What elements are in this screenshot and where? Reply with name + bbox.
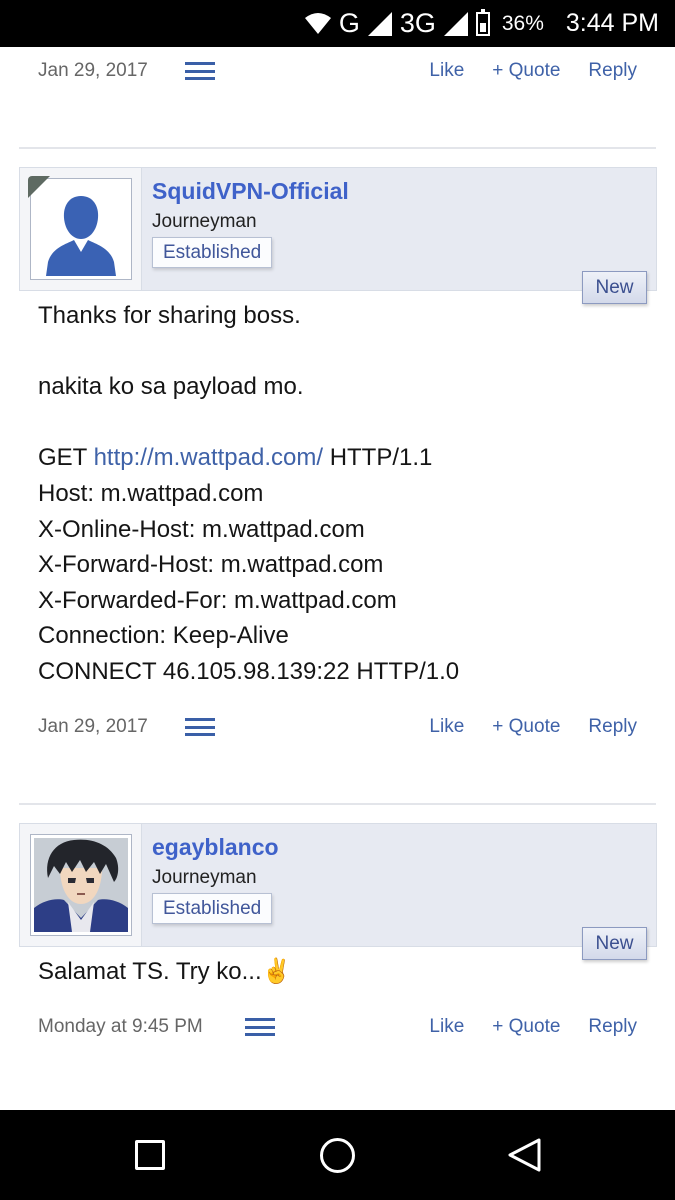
quote-button[interactable]: + Quote (492, 60, 560, 82)
post-body: Thanks for sharing boss. nakita ko sa pa… (38, 298, 459, 690)
user-info-panel: egayblanco Journeyman Established New (19, 823, 657, 960)
message-line: Host: m.wattpad.com (38, 479, 264, 507)
menu-icon[interactable] (185, 62, 215, 80)
http-text: HTTP/1.1 (329, 444, 433, 472)
menu-icon[interactable] (245, 1018, 275, 1036)
quote-button[interactable]: + Quote (492, 716, 560, 738)
new-badge[interactable]: New (582, 271, 647, 304)
battery-level: 36% (501, 11, 544, 35)
user-info-panel: SquidVPN-Official Journeyman Established… (19, 167, 657, 304)
default-avatar-icon (34, 182, 128, 276)
message-line: CONNECT 46.105.98.139:22 HTTP/1.0 (38, 657, 460, 685)
signal-icon-2 (443, 11, 468, 36)
post-meta: Jan 29, 2017 Like + Quote Reply (38, 56, 637, 86)
post-date: Jan 29, 2017 (38, 60, 148, 81)
message-line: Thanks for sharing boss. (38, 302, 301, 329)
user-title: Journeyman (152, 211, 257, 232)
post-date: Monday at 9:45 PM (38, 1016, 203, 1037)
post-divider (19, 147, 656, 149)
menu-icon[interactable] (185, 718, 215, 736)
avatar[interactable] (30, 178, 132, 280)
like-button[interactable]: Like (429, 716, 464, 738)
post-body: Salamat TS. Try ko...✌ (38, 954, 292, 990)
new-badge[interactable]: New (582, 927, 647, 960)
message-line: X-Forward-Host: m.wattpad.com (38, 551, 384, 579)
post-divider (19, 803, 656, 805)
avatar-panel (20, 824, 142, 946)
post-meta: Jan 29, 2017 Like + Quote Reply (38, 712, 637, 742)
post-actions: Like + Quote Reply (429, 1016, 637, 1038)
clock: 3:44 PM (565, 9, 659, 37)
username-link[interactable]: egayblanco (152, 834, 279, 861)
reply-button[interactable]: Reply (588, 716, 637, 738)
user-badge: Established (152, 237, 273, 268)
message-line: X-Online-Host: m.wattpad.com (38, 515, 365, 543)
back-icon[interactable] (506, 1137, 542, 1173)
reply-button[interactable]: Reply (588, 60, 637, 82)
status-bar: G 3G 36% 3:44 PM (0, 0, 675, 47)
message-line: Salamat TS. Try ko...✌ (38, 958, 292, 985)
message-line: GET http://m.wattpad.com/ HTTP/1.1 (38, 440, 459, 476)
battery-icon (475, 8, 490, 36)
network-type-2: 3G (399, 8, 436, 38)
wifi-icon (304, 12, 331, 34)
signal-icon (367, 11, 392, 36)
get-text: GET (38, 444, 87, 472)
user-badge: Established (152, 893, 273, 924)
like-button[interactable]: Like (429, 60, 464, 82)
quote-button[interactable]: + Quote (492, 1016, 560, 1038)
message-line: Connection: Keep-Alive (38, 622, 289, 650)
avatar[interactable] (30, 834, 132, 936)
username-link[interactable]: SquidVPN-Official (152, 178, 349, 205)
post-date: Jan 29, 2017 (38, 716, 148, 737)
message-line: X-Forwarded-For: m.wattpad.com (38, 586, 397, 614)
message-line: nakita ko sa payload mo. (38, 373, 304, 401)
reply-button[interactable]: Reply (588, 1016, 637, 1038)
anime-avatar-icon (34, 838, 128, 932)
user-title: Journeyman (152, 867, 257, 888)
network-type: G (338, 8, 360, 38)
wattpad-link[interactable]: http://m.wattpad.com/ (94, 444, 323, 471)
recent-apps-icon[interactable] (135, 1140, 165, 1170)
home-icon[interactable] (320, 1138, 355, 1173)
post-actions: Like + Quote Reply (429, 716, 637, 738)
like-button[interactable]: Like (429, 1016, 464, 1038)
post-actions: Like + Quote Reply (429, 60, 637, 82)
post-meta: Monday at 9:45 PM Like + Quote Reply (38, 1012, 637, 1042)
